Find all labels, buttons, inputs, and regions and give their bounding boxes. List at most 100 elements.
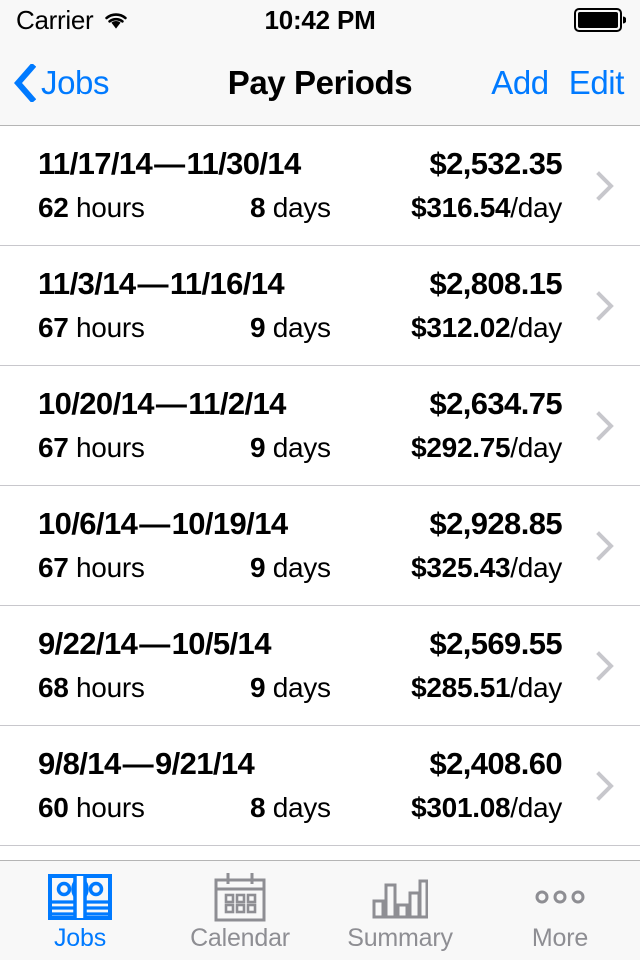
tab-calendar-label: Calendar <box>190 924 290 952</box>
days-value: 9 <box>250 431 266 463</box>
status-bar-right <box>574 8 627 32</box>
status-bar-left: Carrier <box>16 5 130 36</box>
pay-period-daily-rate: $292.75/day <box>411 432 562 464</box>
hours-value: 60 <box>38 791 69 823</box>
calendar-icon <box>213 873 267 922</box>
pay-period-secondary-line: 67 hours 9 days $312.02/day <box>38 312 562 346</box>
tab-jobs[interactable]: Jobs <box>0 861 160 960</box>
pay-period-daily-rate: $301.08/day <box>411 792 562 824</box>
pay-period-date-range: 10/6/14 — 10/19/14 <box>38 505 288 541</box>
edit-button[interactable]: Edit <box>569 64 625 102</box>
tab-more-label: More <box>531 924 589 952</box>
hours-unit: hours <box>76 431 145 463</box>
hours-unit: hours <box>76 311 145 343</box>
pay-period-content: 9/8/14 — 9/21/14 $2,408.60 60 hours 8 da… <box>38 746 640 826</box>
rate-unit: /day <box>510 311 562 343</box>
rate-unit: /day <box>510 671 562 703</box>
rate-value: $292.75 <box>411 431 511 463</box>
rate-unit: /day <box>510 551 562 583</box>
back-button[interactable]: Jobs <box>14 62 110 103</box>
pay-period-date-range: 11/3/14 — 11/16/14 <box>38 265 285 301</box>
pay-period-daily-rate: $316.54/day <box>411 192 562 224</box>
rate-unit: /day <box>510 191 562 223</box>
rate-unit: /day <box>510 431 562 463</box>
pay-period-days: 9 days <box>250 312 331 344</box>
table-row[interactable]: 11/3/14 — 11/16/14 $2,808.15 67 hours 9 … <box>0 246 640 366</box>
pay-period-date-range: 11/17/14 — 11/30/14 <box>38 145 301 181</box>
pay-period-content: 10/20/14 — 11/2/14 $2,634.75 67 hours 9 … <box>38 386 640 466</box>
banknotes-icon <box>48 874 112 920</box>
pay-period-primary-line: 10/6/14 — 10/19/14 $2,928.85 <box>38 505 563 542</box>
pay-period-total: $2,408.60 <box>429 745 562 781</box>
table-row[interactable]: 9/8/14 — 9/21/14 $2,408.60 60 hours 8 da… <box>0 726 640 846</box>
chevron-right-icon <box>596 410 614 441</box>
rate-value: $325.43 <box>411 551 511 583</box>
pay-period-days: 8 days <box>250 792 331 824</box>
pay-period-days: 9 days <box>250 552 331 584</box>
hours-value: 67 <box>38 311 69 343</box>
days-value: 8 <box>250 191 266 223</box>
hours-value: 68 <box>38 671 69 703</box>
pay-period-secondary-line: 60 hours 8 days $301.08/day <box>38 792 562 826</box>
pay-period-date-range: 10/20/14 — 11/2/14 <box>38 385 286 421</box>
ellipsis-icon <box>534 874 586 920</box>
pay-period-hours: 60 hours <box>38 792 145 824</box>
table-row[interactable]: 9/22/14 — 10/5/14 $2,569.55 68 hours 9 d… <box>0 606 640 726</box>
pay-period-secondary-line: 62 hours 8 days $316.54/day <box>38 192 562 226</box>
tab-calendar[interactable]: Calendar <box>160 861 320 960</box>
hours-unit: hours <box>76 791 145 823</box>
pay-period-daily-rate: $285.51/day <box>411 672 562 704</box>
pay-period-total: $2,928.85 <box>429 505 562 541</box>
hours-value: 67 <box>38 431 69 463</box>
tab-summary-label: Summary <box>347 924 453 952</box>
tab-bar: Jobs Calendar Summary More <box>0 860 640 960</box>
navigation-bar-actions: Add Edit <box>491 64 624 102</box>
pay-period-content: 11/17/14 — 11/30/14 $2,532.35 62 hours 8… <box>38 146 640 226</box>
pay-period-daily-rate: $312.02/day <box>411 312 562 344</box>
pay-period-primary-line: 11/17/14 — 11/30/14 $2,532.35 <box>38 145 563 182</box>
table-row[interactable]: 10/6/14 — 10/19/14 $2,928.85 67 hours 9 … <box>0 486 640 606</box>
back-button-label: Jobs <box>41 63 110 101</box>
pay-periods-list: 11/17/14 — 11/30/14 $2,532.35 62 hours 8… <box>0 126 640 860</box>
days-value: 9 <box>250 551 266 583</box>
hours-unit: hours <box>76 671 145 703</box>
pay-period-secondary-line: 67 hours 9 days $292.75/day <box>38 432 562 466</box>
pay-period-hours: 67 hours <box>38 432 145 464</box>
hours-value: 62 <box>38 191 69 223</box>
add-button[interactable]: Add <box>491 64 549 102</box>
pay-period-hours: 67 hours <box>38 552 145 584</box>
pay-period-hours: 67 hours <box>38 312 145 344</box>
app-screen: Carrier 10:42 PM Jobs Pay Periods Add Ed… <box>0 0 640 960</box>
days-unit: days <box>272 311 331 343</box>
chevron-right-icon <box>596 530 614 561</box>
battery-full-icon <box>574 8 627 32</box>
rate-value: $301.08 <box>411 791 511 823</box>
pay-period-primary-line: 9/22/14 — 10/5/14 $2,569.55 <box>38 625 563 662</box>
pay-period-primary-line: 10/20/14 — 11/2/14 $2,634.75 <box>38 385 563 422</box>
pay-period-content: 9/22/14 — 10/5/14 $2,569.55 68 hours 9 d… <box>38 626 640 706</box>
pay-period-total: $2,808.15 <box>429 265 562 301</box>
rate-value: $312.02 <box>411 311 511 343</box>
pay-period-date-range: 9/22/14 — 10/5/14 <box>38 625 271 661</box>
rate-value: $316.54 <box>411 191 511 223</box>
pay-period-primary-line: 9/8/14 — 9/21/14 $2,408.60 <box>38 745 563 782</box>
pay-period-hours: 62 hours <box>38 192 145 224</box>
days-unit: days <box>272 791 331 823</box>
chevron-right-icon <box>596 170 614 201</box>
table-row[interactable]: 11/17/14 — 11/30/14 $2,532.35 62 hours 8… <box>0 126 640 246</box>
tab-summary[interactable]: Summary <box>320 861 480 960</box>
days-unit: days <box>272 431 331 463</box>
chevron-left-icon <box>14 62 37 103</box>
navigation-bar: Jobs Pay Periods Add Edit <box>0 40 640 126</box>
pay-period-hours: 68 hours <box>38 672 145 704</box>
pay-period-days: 9 days <box>250 672 331 704</box>
pay-period-days: 8 days <box>250 192 331 224</box>
days-value: 9 <box>250 671 266 703</box>
days-unit: days <box>272 191 331 223</box>
tab-more[interactable]: More <box>480 861 640 960</box>
pay-period-secondary-line: 68 hours 9 days $285.51/day <box>38 672 562 706</box>
table-row[interactable]: 10/20/14 — 11/2/14 $2,634.75 67 hours 9 … <box>0 366 640 486</box>
rate-unit: /day <box>510 791 562 823</box>
chevron-right-icon <box>596 290 614 321</box>
days-unit: days <box>272 551 331 583</box>
